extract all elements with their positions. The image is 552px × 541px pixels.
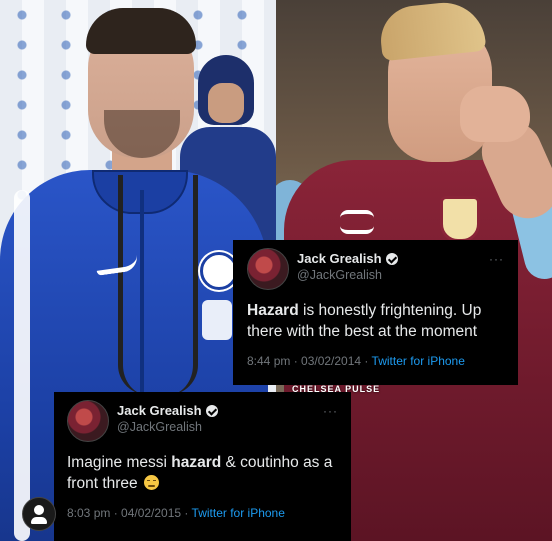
tweet-metadata: 8:44 pm · 03/02/2014 · Twitter for iPhon… (247, 354, 504, 368)
tweet-text: Hazard is honestly frightening. Up there… (247, 300, 504, 342)
tweet-metadata: 8:03 pm · 04/02/2015 · Twitter for iPhon… (67, 506, 338, 520)
tweet-timestamp[interactable]: 8:44 pm · 03/02/2014 · (247, 354, 372, 368)
tweet-card[interactable]: Jack Grealish @JackGrealish ··· Imagine … (54, 392, 351, 541)
tweet-text-bold: hazard (171, 454, 222, 471)
image-collage: CHELSEA PULSE Jack Grealish @JackGrealis… (0, 0, 552, 541)
tweet-text-before: Imagine messi (67, 454, 172, 471)
lanyard (118, 175, 198, 395)
tweet-source-link[interactable]: Twitter for iPhone (372, 354, 465, 368)
hand-blowing-kiss (460, 86, 530, 142)
avatar[interactable] (67, 400, 109, 442)
kit-maker-logo-icon (340, 210, 374, 234)
user-handle[interactable]: @JackGrealish (117, 420, 323, 434)
tweet-card[interactable]: Jack Grealish @JackGrealish ··· Hazard i… (233, 240, 518, 385)
user-handle[interactable]: @JackGrealish (297, 268, 489, 282)
tweet-timestamp[interactable]: 8:03 pm · 04/02/2015 · (67, 506, 192, 520)
tweet-text-bold: Hazard (247, 302, 299, 319)
profile-icon[interactable] (22, 497, 56, 531)
verified-badge-icon (385, 252, 398, 265)
crying-face-emoji-icon (143, 475, 159, 490)
club-badge-icon (440, 196, 480, 242)
more-options-icon[interactable]: ··· (323, 405, 338, 417)
sponsor-badge-icon (202, 300, 232, 340)
display-name[interactable]: Jack Grealish (117, 403, 202, 418)
verified-badge-icon (205, 404, 218, 417)
more-options-icon[interactable]: ··· (489, 253, 504, 265)
avatar[interactable] (247, 248, 289, 290)
tweet-text: Imagine messi hazard & coutinho as a fro… (67, 452, 338, 494)
tweet-source-link[interactable]: Twitter for iPhone (192, 506, 285, 520)
display-name[interactable]: Jack Grealish (297, 251, 382, 266)
